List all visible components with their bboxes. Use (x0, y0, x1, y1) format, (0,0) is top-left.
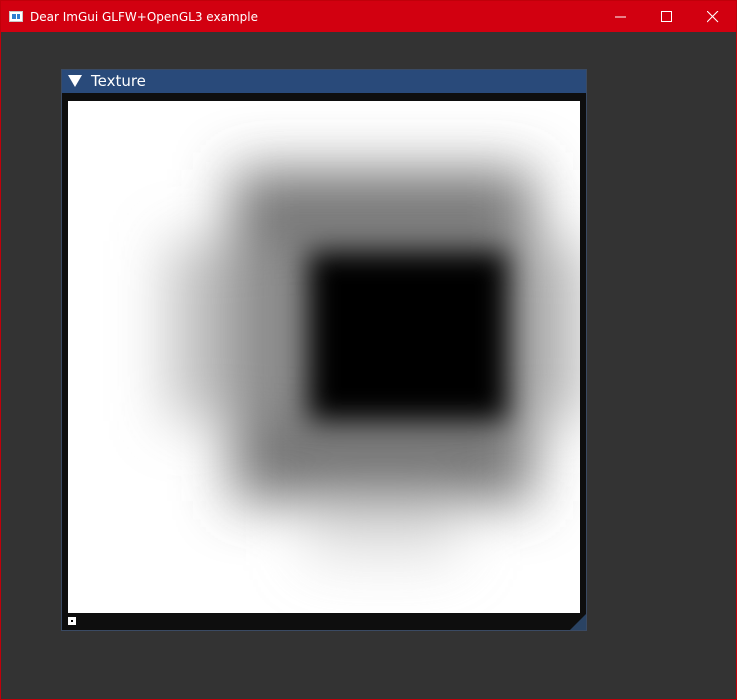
resize-grip[interactable] (570, 614, 586, 630)
texture-window-titlebar[interactable]: Texture (62, 70, 586, 93)
minimize-icon (615, 16, 626, 18)
os-window: Dear ImGui GLFW+OpenGL3 example Texture (0, 0, 737, 700)
texture-gradient (68, 101, 580, 613)
app-icon (9, 11, 23, 22)
window-title: Dear ImGui GLFW+OpenGL3 example (30, 10, 258, 24)
close-button[interactable] (690, 1, 736, 32)
minimize-button[interactable] (598, 1, 644, 32)
texture-image (68, 101, 580, 613)
small-square-icon (68, 617, 76, 625)
maximize-icon (661, 11, 672, 22)
triangle-down-icon[interactable] (68, 75, 82, 87)
os-titlebar[interactable]: Dear ImGui GLFW+OpenGL3 example (1, 1, 736, 32)
close-icon (707, 11, 719, 23)
texture-window: Texture (61, 69, 587, 631)
texture-window-title: Texture (91, 72, 146, 90)
maximize-button[interactable] (644, 1, 690, 32)
